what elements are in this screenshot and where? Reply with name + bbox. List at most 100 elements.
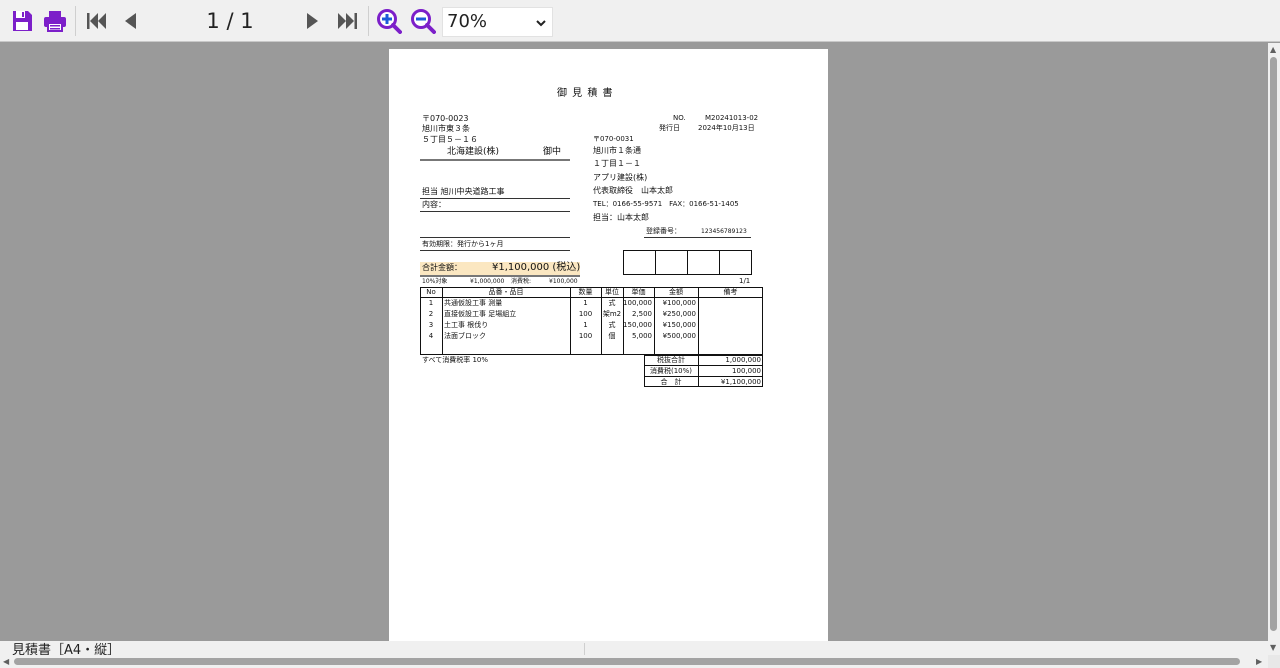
save-button[interactable] xyxy=(7,6,37,36)
page-indicator: 1 / 1 xyxy=(206,9,254,33)
summary-label: 合 計 xyxy=(660,378,682,386)
scroll-down-icon[interactable]: ▼ xyxy=(1270,643,1276,652)
report-tab-bar: 見積書［A4・縦］ xyxy=(0,641,1268,655)
scroll-right-icon[interactable]: ▶ xyxy=(1256,657,1262,666)
last-page-button[interactable] xyxy=(332,6,362,36)
scroll-up-icon[interactable]: ▲ xyxy=(1270,45,1276,54)
viewer-toolbar: 1 / 1 70% xyxy=(0,0,1280,42)
tanto-underline xyxy=(420,198,570,199)
vertical-scroll-thumb[interactable] xyxy=(1270,57,1277,631)
stamp-box-divider xyxy=(655,250,656,275)
summary-label: 消費税(10%) xyxy=(649,367,693,375)
issuer-postal: 〒070-0031 xyxy=(593,135,634,143)
table-row: 2,500 xyxy=(631,310,652,318)
table-row: 2 xyxy=(428,310,434,318)
prev-page-icon xyxy=(125,13,136,29)
summary-label: 税抜合計 xyxy=(657,356,685,364)
first-page-button[interactable] xyxy=(82,6,112,36)
issuer-tel-fax: TEL：0166-55-9571 FAX：0166-51-1405 xyxy=(593,200,739,208)
table-row: 個 xyxy=(608,332,616,340)
col-divider xyxy=(698,287,699,355)
table-row: 式 xyxy=(608,299,616,307)
table-row: ¥150,000 xyxy=(662,321,696,329)
recipient-address-1: 旭川市東３条 xyxy=(422,124,470,133)
tax-value: ¥100,000 xyxy=(549,278,578,285)
report-page: 御 見 積 書 〒070-0023 旭川市東３条 ５丁目５－１６ 北海建設(株)… xyxy=(389,49,828,641)
table-row: 共通仮設工事 測量 xyxy=(444,299,503,307)
table-row: 直接仮設工事 足場組立 xyxy=(444,310,517,318)
horizontal-scroll-thumb[interactable] xyxy=(14,658,1240,665)
col-divider xyxy=(654,287,655,355)
summary-row-line xyxy=(644,365,763,366)
chevron-down-icon xyxy=(536,9,546,39)
tax-note: すべて消費税率 10% xyxy=(422,356,489,364)
zoom-in-button[interactable] xyxy=(374,6,404,36)
validity-underline xyxy=(420,250,570,251)
doc-no-label: NO. xyxy=(673,114,686,122)
table-row: 4 xyxy=(428,332,434,340)
header-no: No xyxy=(426,288,436,296)
project-naiyo: 内容： xyxy=(422,200,446,209)
issuer-address-2: １丁目１－１ xyxy=(593,159,641,168)
print-icon xyxy=(44,11,66,32)
print-button[interactable] xyxy=(40,6,70,36)
issue-date-value: 2024年10月13日 xyxy=(698,124,755,132)
recipient-postal: 〒070-0023 xyxy=(422,114,469,123)
total-underline xyxy=(420,275,580,277)
registration-label: 登録番号： xyxy=(646,227,681,235)
stamp-box-divider xyxy=(687,250,688,275)
table-row: ¥250,000 xyxy=(662,310,696,318)
scroll-left-icon[interactable]: ◀ xyxy=(3,657,9,666)
blank-underline xyxy=(420,237,570,238)
issuer-representative: 代表取締役 山本太郎 xyxy=(593,186,673,195)
horizontal-scrollbar[interactable]: ◀ ▶ xyxy=(0,655,1268,668)
table-row: ¥100,000 xyxy=(662,299,696,307)
table-header-line xyxy=(420,297,763,298)
total-value: ¥1,100,000 (税込) xyxy=(492,262,581,273)
header-amount: 金額 xyxy=(669,288,683,296)
table-row: 100,000 xyxy=(623,299,652,307)
table-row: 150,000 xyxy=(623,321,652,329)
table-row: 5,000 xyxy=(631,332,652,340)
recipient-underline xyxy=(420,159,570,161)
table-row: 土工事 根伐り xyxy=(444,321,489,329)
summary-row-line xyxy=(644,376,763,377)
table-row: 100 xyxy=(578,310,593,318)
naiyo-underline xyxy=(420,211,570,212)
vertical-scrollbar[interactable]: ▲ ▼ xyxy=(1268,43,1280,655)
status-divider xyxy=(584,643,585,655)
zoom-select[interactable]: 70% xyxy=(442,7,553,37)
col-divider xyxy=(442,287,443,355)
table-row: 1 xyxy=(583,299,588,307)
table-row: 100 xyxy=(578,332,593,340)
prev-page-button[interactable] xyxy=(115,6,145,36)
scrollbar-corner xyxy=(1268,655,1280,668)
table-row: ¥500,000 xyxy=(662,332,696,340)
zoom-out-button[interactable] xyxy=(408,6,438,36)
summary-value: 100,000 xyxy=(732,367,761,375)
issue-date-label: 発行日 xyxy=(659,124,680,132)
table-row: 式 xyxy=(608,321,616,329)
recipient-honorific: 御中 xyxy=(543,147,562,157)
recipient-name: 北海建設(株) xyxy=(447,147,500,157)
next-page-icon xyxy=(307,13,318,29)
toolbar-separator xyxy=(368,6,369,36)
table-row: 3 xyxy=(428,321,434,329)
header-item: 品番・品目 xyxy=(488,288,524,296)
project-tanto: 担当 旭川中央道路工事 xyxy=(422,187,505,196)
table-row: 1 xyxy=(583,321,588,329)
next-page-button[interactable] xyxy=(298,6,328,36)
issuer-staff: 担当：山本太郎 xyxy=(593,213,649,222)
document-viewport[interactable]: 御 見 積 書 〒070-0023 旭川市東３条 ５丁目５－１６ 北海建設(株)… xyxy=(0,43,1268,641)
issuer-company: アプリ建設(株) xyxy=(593,173,648,182)
tax-label: 消費税: xyxy=(511,278,532,285)
report-name-label[interactable]: 見積書［A4・縦］ xyxy=(12,644,120,656)
project-validity: 有効期限：発行から1ヶ月 xyxy=(422,240,504,248)
registration-underline xyxy=(644,237,751,238)
table-row: 1 xyxy=(428,299,434,307)
tax-target-label: 10%対象 xyxy=(422,278,448,285)
issuer-address-1: 旭川市１条通 xyxy=(593,146,641,155)
summary-value: ¥1,100,000 xyxy=(720,378,761,386)
doc-no-value: M20241013-02 xyxy=(705,114,759,122)
toolbar-separator xyxy=(75,6,76,36)
